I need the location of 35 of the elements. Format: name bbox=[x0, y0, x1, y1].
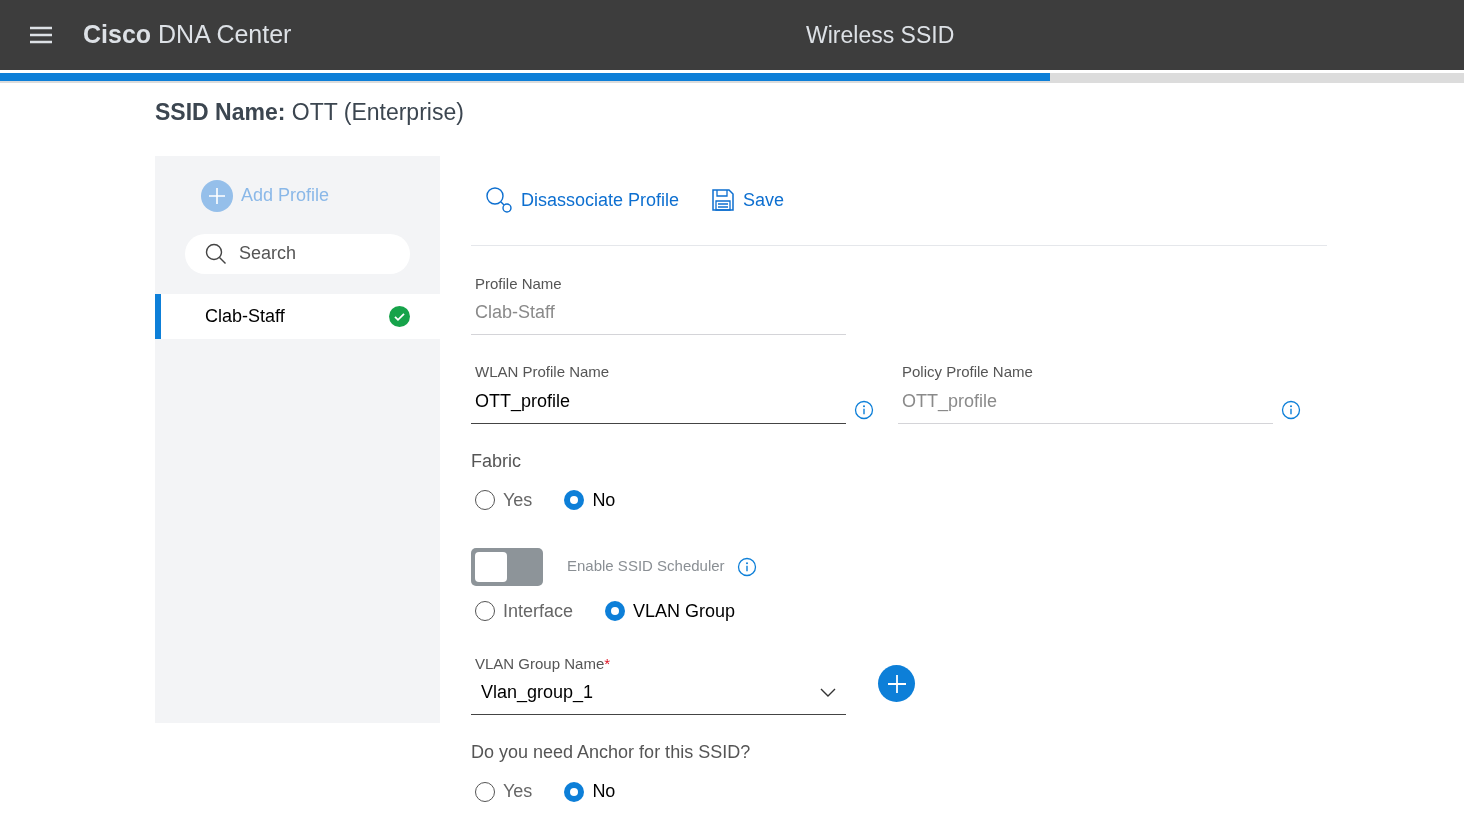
add-button[interactable] bbox=[878, 665, 915, 703]
dropdown[interactable]: Vlan_group_1 bbox=[471, 675, 846, 715]
field-label: VLAN Group Name* bbox=[474, 653, 612, 674]
plus-icon bbox=[886, 673, 907, 694]
app-title: Cisco DNA Center bbox=[83, 19, 292, 51]
unlink-icon bbox=[485, 186, 513, 214]
radio-option[interactable]: Yes bbox=[475, 486, 533, 514]
text-field[interactable]: OTT_profile bbox=[471, 383, 846, 424]
plus-icon bbox=[201, 179, 233, 212]
radio-option[interactable]: Interface bbox=[475, 597, 574, 625]
field-label: Policy Profile Name bbox=[901, 362, 1034, 382]
page-title: Wireless SSID bbox=[806, 20, 955, 50]
field-label: Profile Name bbox=[474, 273, 563, 294]
radio-option[interactable]: Yes bbox=[475, 778, 533, 805]
scheduler-label: Enable SSID Scheduler bbox=[567, 556, 725, 577]
profile-item[interactable]: Clab-Staff bbox=[155, 293, 440, 339]
info-icon[interactable] bbox=[736, 556, 757, 577]
radio-option[interactable]: No bbox=[564, 778, 616, 805]
info-icon[interactable] bbox=[1281, 399, 1301, 420]
ssid-heading: SSID Name: OTT (Enterprise) bbox=[155, 98, 465, 127]
info-icon[interactable] bbox=[854, 399, 874, 420]
required-mark: * bbox=[604, 654, 611, 672]
menu-icon[interactable] bbox=[29, 26, 53, 44]
search-icon bbox=[205, 242, 227, 265]
radio-option[interactable]: No bbox=[564, 486, 616, 514]
disassociate-button[interactable]: Disassociate Profile bbox=[485, 186, 680, 214]
fabric-label: Fabric bbox=[471, 449, 522, 473]
radio-option[interactable]: VLAN Group bbox=[605, 597, 736, 625]
anchor-question: Do you need Anchor for this SSID? bbox=[471, 741, 752, 764]
save-icon bbox=[711, 188, 736, 212]
toggle-switch[interactable] bbox=[471, 547, 543, 586]
field-label: WLAN Profile Name bbox=[474, 362, 611, 382]
chevron-down-icon bbox=[820, 687, 836, 698]
save-button[interactable]: Save bbox=[711, 186, 785, 214]
search-field[interactable]: Search bbox=[185, 233, 410, 274]
